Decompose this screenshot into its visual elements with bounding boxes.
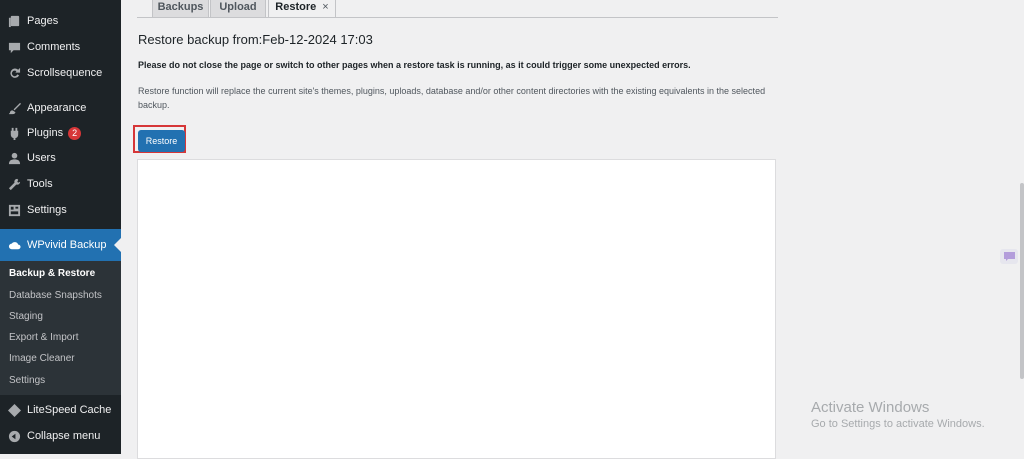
wrench-icon (7, 177, 21, 191)
submenu-image-cleaner[interactable]: Image Cleaner (9, 353, 75, 364)
tab-label: Backups (157, 1, 204, 13)
sidebar-item-appearance[interactable]: Appearance (0, 95, 121, 121)
sidebar-item-label: Appearance (27, 102, 87, 114)
sidebar-item-tools[interactable]: Tools (0, 171, 121, 197)
sidebar-item-label: Users (27, 152, 56, 164)
sidebar-item-label: Pages (27, 15, 59, 27)
sidebar-item-label: Settings (27, 204, 67, 216)
sidebar-item-plugins[interactable]: Plugins 2 (0, 120, 121, 146)
tab-divider (137, 17, 778, 18)
close-icon[interactable]: × (322, 1, 328, 13)
submenu-database-snapshots[interactable]: Database Snapshots (9, 290, 102, 301)
activate-windows-title: Activate Windows (811, 399, 930, 416)
tab-backups[interactable]: Backups (152, 0, 209, 18)
submenu-backup-restore[interactable]: Backup & Restore (9, 268, 95, 279)
comments-icon (7, 40, 21, 54)
litespeed-icon (7, 403, 21, 417)
restore-button[interactable]: Restore (138, 130, 185, 152)
sidebar-item-label: LiteSpeed Cache (27, 404, 112, 416)
tab-label: Upload (219, 1, 257, 13)
wpvivid-submenu: Backup & Restore Database Snapshots Stag… (0, 261, 121, 395)
pages-icon (7, 14, 21, 28)
sidebar-item-settings[interactable]: Settings (0, 197, 121, 223)
plugins-update-badge: 2 (68, 126, 82, 140)
submenu-staging[interactable]: Staging (9, 311, 43, 322)
restore-log-panel (137, 159, 776, 459)
admin-sidebar: Pages Comments Scrollsequence Appearance… (0, 0, 121, 454)
restore-warning-notice: Please do not close the page or switch t… (138, 60, 691, 70)
page-title: Restore backup from:Feb-12-2024 17:03 (138, 32, 373, 47)
sidebar-item-comments[interactable]: Comments (0, 34, 121, 60)
users-icon (7, 151, 21, 165)
restore-description: Restore function will replace the curren… (138, 86, 766, 110)
sidebar-item-label: WPvivid Backup (27, 239, 107, 251)
sidebar-item-scrollsequence[interactable]: Scrollsequence (0, 60, 121, 86)
sidebar-item-pages[interactable]: Pages (0, 8, 121, 34)
brush-icon (7, 101, 21, 115)
submenu-settings[interactable]: Settings (9, 375, 45, 386)
activate-windows-subtitle: Go to Settings to activate Windows. (811, 418, 985, 430)
sidebar-item-label: Plugins (27, 127, 64, 139)
collapse-icon (7, 429, 21, 443)
plugin-icon (7, 126, 21, 140)
sidebar-item-label: Scrollsequence (27, 67, 103, 79)
sidebar-item-litespeed-cache[interactable]: LiteSpeed Cache (0, 397, 121, 423)
current-menu-arrow (114, 238, 121, 252)
sidebar-item-users[interactable]: Users (0, 145, 121, 171)
tab-upload[interactable]: Upload (210, 0, 266, 18)
tab-label: Restore (275, 1, 317, 13)
chat-widget-icon[interactable] (1000, 249, 1018, 264)
cloud-icon (7, 238, 21, 252)
settings-icon (7, 203, 21, 217)
collapse-menu-button[interactable]: Collapse menu (0, 423, 121, 449)
scrollbar-thumb[interactable] (1020, 183, 1024, 379)
sidebar-item-label: Comments (27, 41, 81, 53)
submenu-export-import[interactable]: Export & Import (9, 332, 78, 343)
tab-restore[interactable]: Restore × (268, 0, 336, 18)
sidebar-item-wpvivid-backup[interactable]: WPvivid Backup (0, 229, 121, 261)
scrollsequence-icon (7, 66, 21, 80)
sidebar-item-label: Collapse menu (27, 430, 101, 442)
sidebar-item-label: Tools (27, 178, 53, 190)
